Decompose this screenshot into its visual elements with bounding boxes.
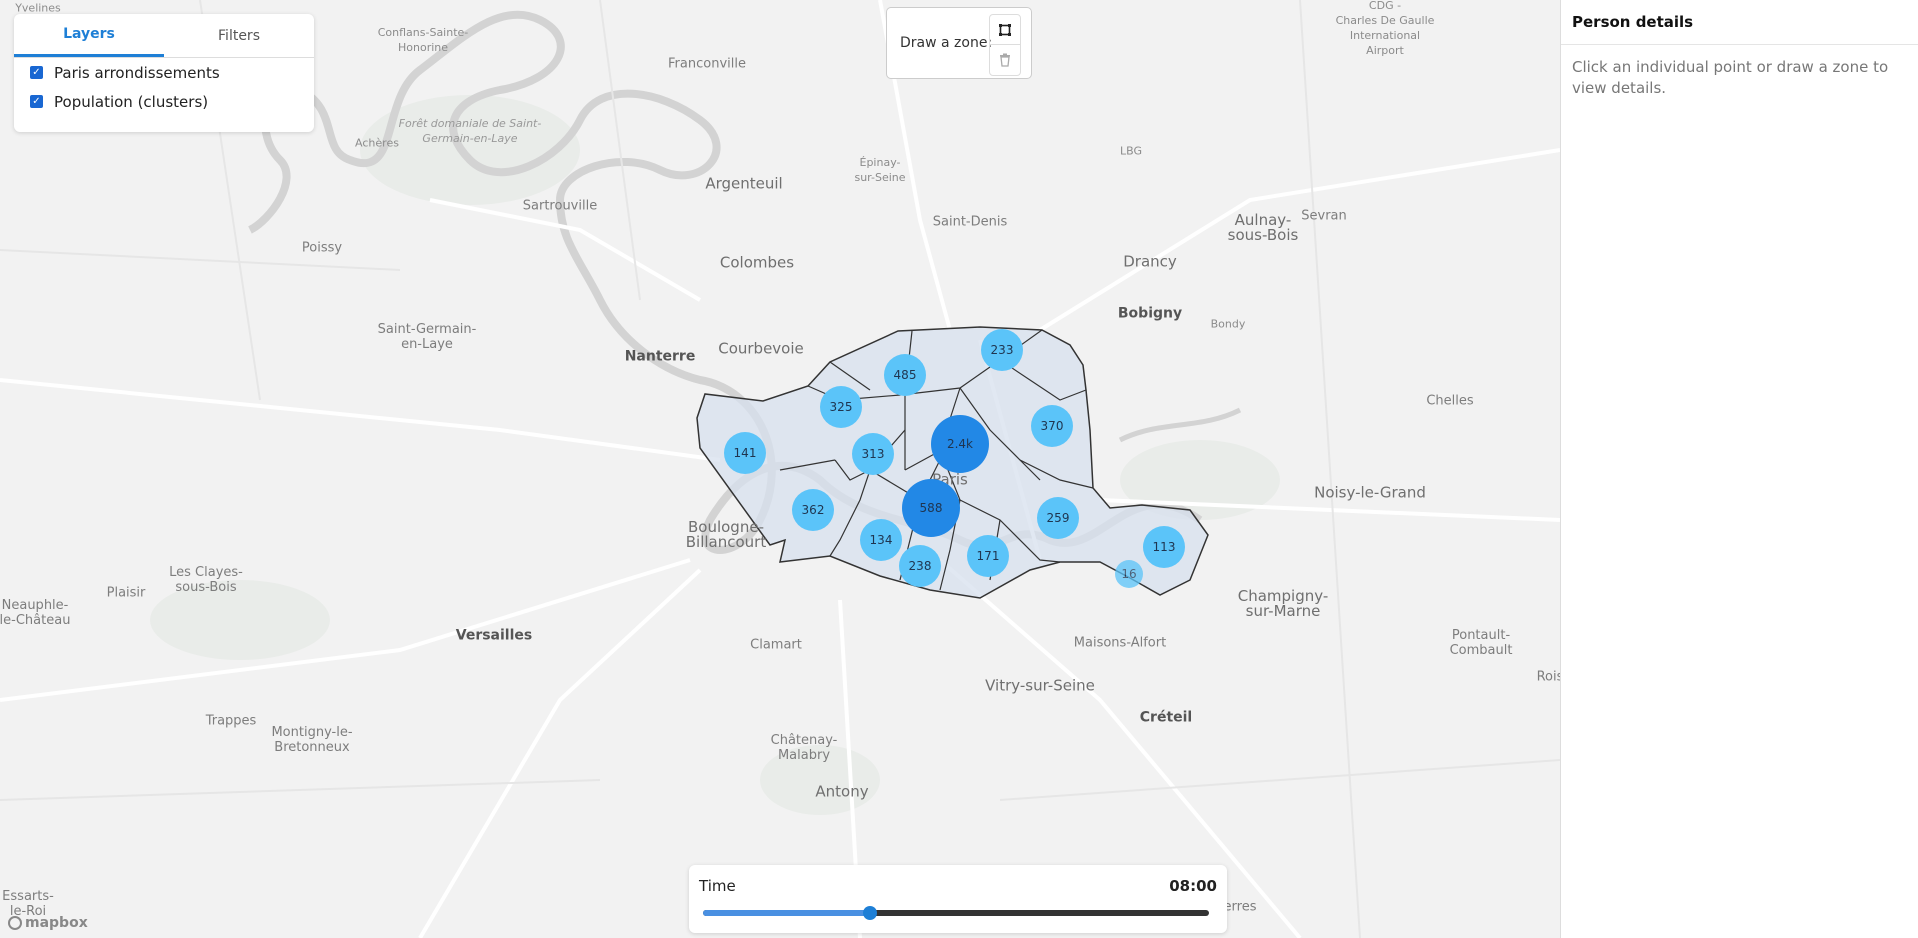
map-basemap	[0, 0, 1560, 938]
polygon-icon[interactable]	[990, 15, 1020, 44]
place-label-nanterre: Nanterre	[624, 348, 696, 365]
cluster-marker[interactable]: 313	[852, 433, 894, 475]
layers-panel: Layers Filters ✓ Paris arrondissements ✓…	[14, 14, 314, 132]
tab-filters[interactable]: Filters	[164, 14, 314, 57]
cluster-marker[interactable]: 141	[724, 432, 766, 474]
arrondissements-checkbox[interactable]: ✓	[30, 66, 43, 79]
place-label-creteil: Créteil	[1139, 709, 1193, 726]
place-label-acheres: Achères	[355, 136, 399, 150]
place-label-vitry: Vitry-sur-Seine	[985, 676, 1095, 695]
place-label-aulnay: Aulnay- sous-Bois	[1227, 211, 1299, 244]
place-label-plaisir: Plaisir	[106, 585, 146, 601]
cluster-marker[interactable]: 171	[967, 535, 1009, 577]
place-label-sartrouville: Sartrouville	[522, 198, 598, 214]
trash-icon[interactable]	[990, 44, 1020, 74]
cluster-marker[interactable]: 325	[820, 386, 862, 428]
place-label-trappes: Trappes	[205, 713, 257, 729]
place-label-maisons: Maisons-Alfort	[1073, 635, 1167, 651]
place-label-epinay: Épinay- sur-Seine	[854, 156, 906, 184]
place-label-poissy: Poissy	[301, 240, 343, 256]
cluster-marker[interactable]: 238	[899, 545, 941, 587]
place-label-lesclayes: Les Clayes- sous-Bois	[169, 565, 243, 595]
population-label: Population (clusters)	[54, 92, 209, 111]
population-checkbox[interactable]: ✓	[30, 95, 43, 108]
place-label-boulogne: Boulogne- Billancourt	[685, 518, 767, 551]
place-label-foret: Forêt domaniale de Saint- Germain-en-Lay…	[398, 117, 542, 145]
place-label-conflans: Conflans-Sainte- Honorine	[377, 26, 469, 54]
mapbox-attribution[interactable]: mapbox	[8, 915, 88, 931]
draw-zone-label: Draw a zone:	[900, 35, 993, 51]
cluster-marker[interactable]: 362	[792, 489, 834, 531]
place-label-chelles: Chelles	[1426, 393, 1474, 409]
cluster-marker[interactable]: 485	[884, 354, 926, 396]
place-label-pontault: Pontault- Combault	[1449, 628, 1513, 658]
cluster-marker[interactable]: 233	[981, 329, 1023, 371]
place-label-cdg: CDG - Charles De Gaulle International Ai…	[1335, 0, 1435, 57]
time-slider-track[interactable]	[703, 910, 1209, 916]
layer-row-population[interactable]: ✓ Population (clusters)	[14, 87, 314, 116]
place-label-franconville: Franconville	[668, 56, 746, 72]
mapbox-logo-icon	[8, 916, 22, 930]
place-label-antony: Antony	[815, 782, 869, 801]
place-label-erres: erres	[1223, 899, 1257, 915]
panel-tabs: Layers Filters	[14, 14, 314, 58]
cluster-marker[interactable]: 259	[1037, 497, 1079, 539]
layer-row-arrondissements[interactable]: ✓ Paris arrondissements	[14, 58, 314, 87]
person-details-message: Click an individual point or draw a zone…	[1572, 58, 1889, 97]
place-label-bondy: Bondy	[1210, 317, 1246, 331]
place-label-roi: Rois	[1536, 669, 1560, 685]
cluster-marker[interactable]: 134	[860, 519, 902, 561]
place-label-neauphle: Neauphle- le-Château	[0, 598, 71, 628]
place-label-saintdenis: Saint-Denis	[932, 214, 1008, 230]
place-label-argenteuil: Argenteuil	[705, 174, 783, 193]
place-label-versailles: Versailles	[455, 627, 533, 644]
cluster-marker[interactable]: 370	[1031, 405, 1073, 447]
cluster-marker[interactable]: 2.4k	[931, 415, 989, 473]
time-label: Time	[699, 877, 736, 895]
place-label-sevran: Sevran	[1301, 208, 1347, 224]
person-details-panel: Person details Click an individual point…	[1560, 0, 1918, 938]
place-label-lbg: LBG	[1119, 144, 1143, 158]
cluster-marker[interactable]: 113	[1143, 526, 1185, 568]
draw-tools	[989, 14, 1021, 76]
time-value: 08:00	[1169, 877, 1217, 895]
draw-zone-control: Draw a zone:	[886, 7, 1032, 79]
place-label-chatenay: Châtenay- Malabry	[770, 733, 838, 763]
tab-layers[interactable]: Layers	[14, 14, 164, 57]
place-label-champigny: Champigny- sur-Marne	[1237, 587, 1329, 620]
place-label-colombes: Colombes	[719, 253, 795, 272]
person-details-title: Person details	[1561, 0, 1918, 45]
arrondissements-label: Paris arrondissements	[54, 63, 220, 82]
place-label-drancy: Drancy	[1123, 252, 1177, 271]
map[interactable]: Yvelines Conflans-Sainte- Honorine Francon…	[0, 0, 1560, 938]
cluster-marker[interactable]: 16	[1115, 560, 1143, 588]
cluster-marker[interactable]: 588	[902, 479, 960, 537]
place-label-bobigny: Bobigny	[1117, 305, 1183, 322]
mapbox-attribution-label: mapbox	[25, 915, 88, 931]
place-label-stgermain: Saint-Germain- en-Laye	[377, 322, 477, 352]
place-label-clamart: Clamart	[750, 637, 802, 653]
place-label-montigny: Montigny-le- Bretonneux	[271, 725, 353, 755]
time-slider-fill	[703, 910, 870, 916]
place-label-noisy: Noisy-le-Grand	[1314, 483, 1426, 502]
place-label-courbevoie: Courbevoie	[718, 339, 804, 358]
time-panel: Time 08:00	[689, 865, 1227, 933]
time-slider-thumb[interactable]	[862, 906, 877, 920]
